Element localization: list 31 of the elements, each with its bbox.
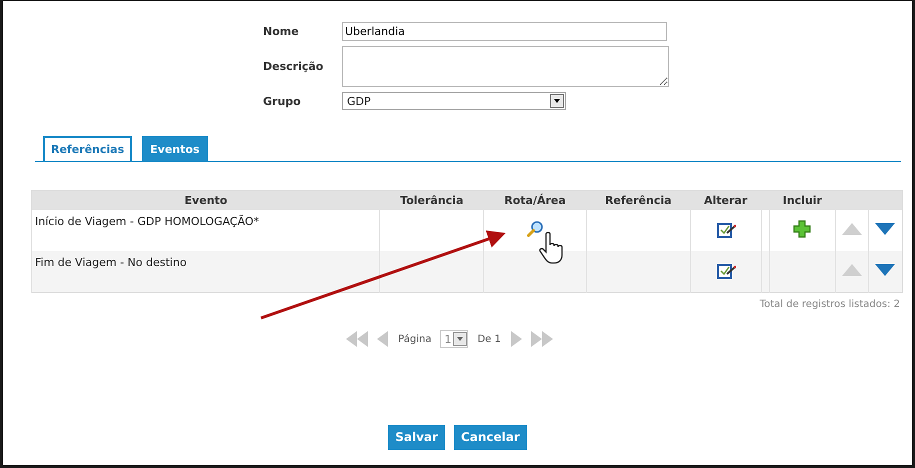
plus-icon[interactable] — [793, 220, 812, 238]
previous-page-icon[interactable] — [377, 331, 390, 347]
description-field[interactable] — [342, 46, 669, 87]
column-header: Tolerância — [380, 190, 484, 210]
record-count: Total de registros listados: 2 — [760, 299, 900, 310]
field-label: Descrição — [263, 60, 324, 73]
cancel-button[interactable]: Cancelar — [454, 425, 527, 450]
down-arrow-icon[interactable] — [875, 264, 896, 276]
first-page-icon[interactable] — [346, 331, 368, 347]
column-header: Referência — [586, 190, 690, 210]
name-field[interactable]: Uberlandia — [342, 22, 667, 41]
table-cell: Fim de Viagem - No destino — [32, 251, 380, 292]
page-count: De 1 — [477, 334, 501, 344]
page-label: Página — [398, 334, 432, 344]
tab[interactable]: Eventos — [142, 136, 208, 161]
field-label: Grupo — [263, 94, 302, 108]
next-page-icon[interactable] — [510, 331, 522, 347]
last-page-icon[interactable] — [530, 331, 553, 347]
group-dropdown[interactable]: GDP — [342, 92, 566, 110]
down-arrow-icon[interactable] — [875, 223, 896, 235]
column-header: Alterar — [690, 190, 762, 210]
caret-icon — [453, 332, 468, 346]
field-label: Nome — [263, 25, 300, 38]
magnifier-icon[interactable] — [526, 220, 544, 238]
page-dropdown[interactable]: 1 — [440, 330, 468, 348]
tab[interactable]: Referências — [43, 136, 132, 161]
save-button[interactable]: Salvar — [388, 425, 445, 450]
column-header: Rota/Área — [484, 190, 586, 210]
caret-icon — [550, 94, 564, 108]
column-header: Evento — [32, 190, 380, 210]
column-header: Incluir — [770, 190, 836, 210]
